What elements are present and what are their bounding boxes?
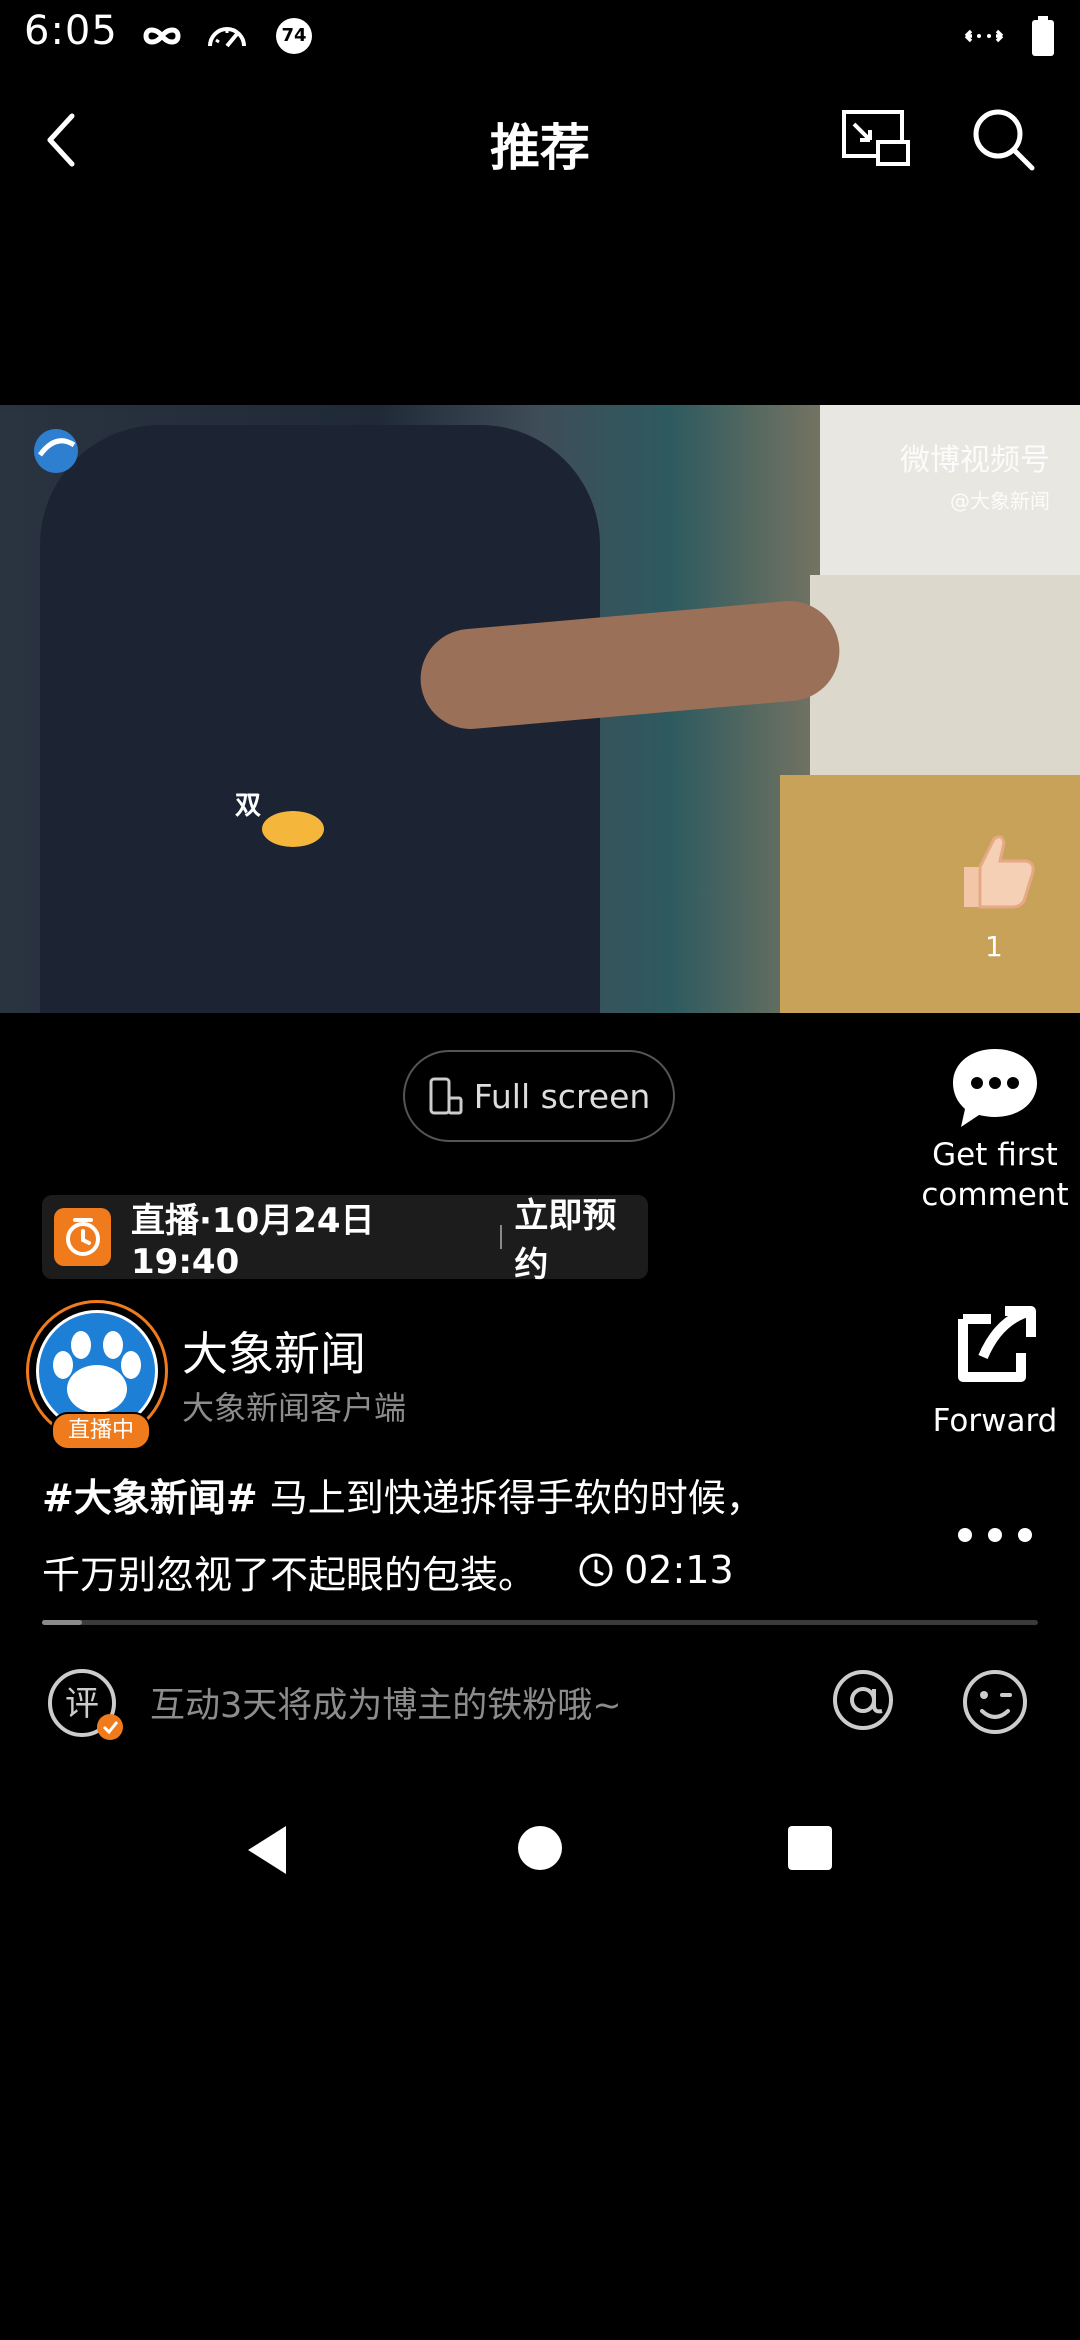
fullscreen-label: Full screen (473, 1076, 651, 1116)
comment-input-bar: 评 互动3天将成为博主的铁粉哦~ (0, 1655, 1080, 1745)
duration-text: 02:13 (624, 1548, 734, 1592)
notification-badge-text: 74 (281, 25, 307, 46)
alarm-clock-icon (54, 1208, 111, 1266)
nav-recents-icon[interactable] (786, 1824, 834, 1872)
fullscreen-button[interactable]: Full screen (403, 1050, 675, 1142)
comment-label-line2: comment (921, 1177, 1069, 1213)
progress-fill (42, 1620, 82, 1625)
live-schedule-text: 直播·10月24日 19:40 (131, 1200, 375, 1282)
more-options-icon[interactable] (958, 1520, 1032, 1550)
video-progress-bar[interactable] (42, 1620, 1038, 1625)
picture-in-picture-icon[interactable] (840, 106, 912, 170)
svg-text:评: 评 (65, 1684, 99, 1724)
video-duration: 02:13 (578, 1534, 734, 1606)
post-caption: #大象新闻# 马上到快递拆得手软的时候， 千万别忽视了不起眼的包装。 02:13 (42, 1462, 872, 1611)
post-text-line1: 马上到快递拆得手软的时候， (257, 1476, 764, 1520)
post-hashtag[interactable]: #大象新闻# (42, 1476, 258, 1520)
notification-74-icon: 74 (276, 18, 312, 54)
nav-back-icon[interactable] (242, 1822, 292, 1878)
comment-label-line1: Get first (932, 1137, 1058, 1173)
reserve-link[interactable]: 立即预约 (514, 1188, 648, 1286)
data-transfer-icon (964, 29, 1004, 43)
video-watermark: 微博视频号 @大象新闻 (900, 435, 1050, 514)
forward-action[interactable]: Forward (910, 1305, 1080, 1441)
video-speech-bubble (262, 811, 324, 847)
author-name[interactable]: 大象新闻 (182, 1318, 366, 1384)
broadcaster-logo-icon (34, 429, 78, 473)
broadcaster-logo (30, 425, 240, 481)
emoji-icon[interactable] (960, 1667, 1030, 1737)
like-count: 1 (985, 930, 1003, 963)
comment-input[interactable]: 互动3天将成为博主的铁粉哦~ (150, 1677, 622, 1728)
status-bar: 6:05 74 (0, 0, 1080, 72)
comment-action[interactable]: Get first comment (910, 1045, 1080, 1215)
video-bubble-text: 双 (235, 791, 262, 821)
search-icon[interactable] (970, 106, 1038, 174)
comment-bubble-icon (953, 1049, 1037, 1127)
video-scene-box (810, 575, 1080, 775)
speed-gauge-icon (208, 27, 246, 48)
watermark-main: 微博视频号 (900, 443, 1050, 478)
divider (500, 1225, 503, 1249)
battery-icon (1032, 16, 1054, 56)
comment-review-icon[interactable]: 评 (44, 1665, 128, 1745)
top-nav: 推荐 (0, 90, 1080, 190)
live-badge: 直播中 (51, 1412, 151, 1450)
nav-home-icon[interactable] (516, 1824, 564, 1872)
live-schedule-banner[interactable]: 直播·10月24日 19:40 立即预约 (42, 1195, 648, 1285)
author-avatar[interactable]: 直播中 (26, 1300, 172, 1450)
watermark-sub: @大象新闻 (950, 489, 1050, 513)
post-text-line2: 千万别忽视了不起眼的包装。 (42, 1553, 537, 1597)
thumbs-up-icon[interactable] (950, 825, 1040, 915)
forward-share-icon (958, 1306, 1036, 1382)
page-title: 推荐 (490, 119, 590, 177)
rotate-phone-icon (429, 1077, 463, 1115)
system-navigation-bar (0, 1800, 1080, 1900)
status-time: 6:05 (24, 8, 118, 54)
forward-label: Forward (932, 1403, 1058, 1439)
video-player[interactable]: 微博视频号 @大象新闻 双 1 (0, 405, 1080, 1013)
clock-icon (579, 1553, 613, 1587)
infinity-icon (143, 27, 181, 45)
at-mention-icon[interactable] (830, 1667, 896, 1733)
author-subtitle: 大象新闻客户端 (182, 1389, 407, 1427)
